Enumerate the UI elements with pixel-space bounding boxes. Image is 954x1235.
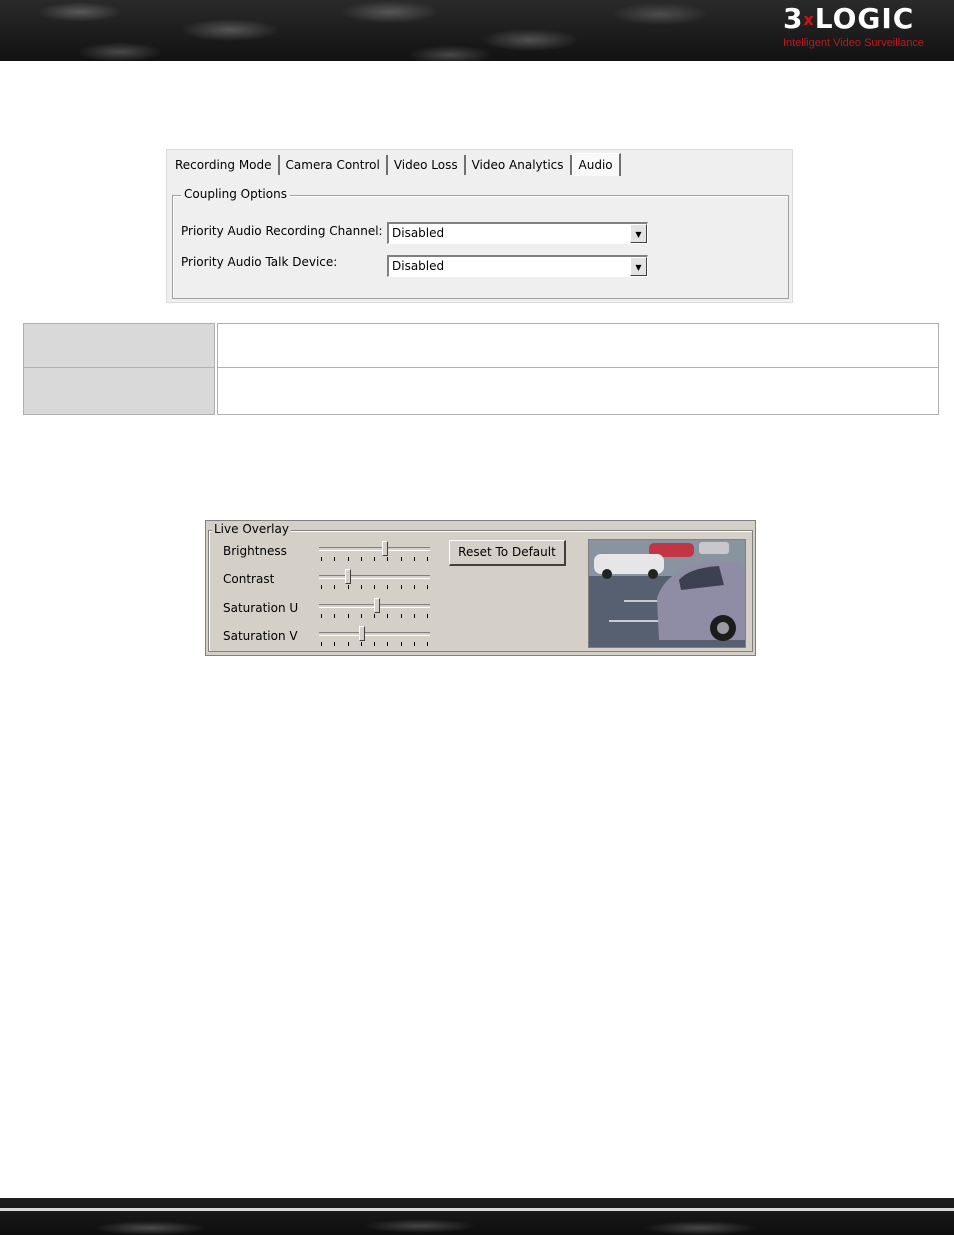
description-table (21, 323, 941, 415)
header-banner: 3xLOGIC Intelligent Video Surveillance (0, 0, 954, 61)
audio-settings-dialog: Recording Mode Camera Control Video Loss… (166, 149, 793, 303)
priority-audio-talk-device-select[interactable]: Disabled ▼ (387, 255, 648, 277)
logo-part-3: 3 (782, 2, 804, 35)
priority-audio-recording-channel-value: Disabled (392, 226, 445, 240)
table-row-description (217, 368, 939, 415)
tab-camera-control[interactable]: Camera Control (280, 155, 388, 175)
tab-video-analytics[interactable]: Video Analytics (466, 155, 572, 175)
table-row-description (217, 323, 939, 368)
priority-audio-talk-device-value: Disabled (392, 259, 445, 273)
live-overlay-title: Live Overlay (212, 522, 291, 536)
slider-track (319, 547, 430, 551)
parking-lot-scene-icon (589, 540, 745, 647)
reset-to-default-button[interactable]: Reset To Default (449, 540, 566, 566)
slider-thumb[interactable] (374, 598, 380, 613)
brightness-label: Brightness (223, 544, 287, 558)
tab-video-loss[interactable]: Video Loss (388, 155, 466, 175)
live-overlay-dialog: Live Overlay Brightness Contrast Saturat… (205, 520, 756, 656)
saturation-v-label: Saturation V (223, 629, 298, 643)
slider-thumb[interactable] (345, 569, 351, 584)
table-row (23, 368, 939, 415)
logo-part-logic: LOGIC (814, 2, 915, 35)
chevron-down-icon[interactable]: ▼ (630, 224, 647, 243)
slider-track (319, 632, 430, 636)
footer-banner (0, 1198, 954, 1235)
logo-tagline: Intelligent Video Surveillance (782, 37, 924, 49)
contrast-label: Contrast (223, 572, 275, 586)
brightness-slider[interactable] (319, 541, 430, 562)
tab-audio[interactable]: Audio (571, 153, 621, 176)
logo-wordmark: 3xLOGIC (783, 3, 924, 36)
coupling-options-group: Coupling Options Priority Audio Recordin… (172, 187, 789, 299)
slider-ticks (321, 557, 428, 561)
slider-track (319, 575, 430, 579)
slider-ticks (321, 614, 428, 618)
slider-ticks (321, 642, 428, 646)
table-row-header (23, 368, 215, 415)
table-row-header (23, 323, 215, 368)
footer-divider (0, 1208, 954, 1211)
tab-strip: Recording Mode Camera Control Video Loss… (169, 153, 621, 176)
priority-audio-talk-device-label: Priority Audio Talk Device: (181, 255, 338, 269)
slider-ticks (321, 585, 428, 589)
saturation-u-slider[interactable] (319, 598, 430, 619)
coupling-options-title: Coupling Options (181, 187, 290, 201)
camera-preview-image (588, 539, 746, 648)
3xlogic-logo: 3xLOGIC Intelligent Video Surveillance (782, 3, 924, 50)
chevron-down-icon[interactable]: ▼ (630, 257, 647, 276)
saturation-u-label: Saturation U (223, 601, 299, 615)
priority-audio-recording-channel-select[interactable]: Disabled ▼ (387, 222, 648, 244)
table-row (23, 323, 939, 368)
priority-audio-recording-channel-label: Priority Audio Recording Channel: (181, 224, 383, 238)
contrast-slider[interactable] (319, 569, 430, 590)
slider-thumb[interactable] (382, 541, 388, 556)
tab-recording-mode[interactable]: Recording Mode (169, 155, 280, 175)
slider-thumb[interactable] (359, 626, 365, 641)
saturation-v-slider[interactable] (319, 626, 430, 647)
logo-part-x: x (803, 10, 815, 29)
